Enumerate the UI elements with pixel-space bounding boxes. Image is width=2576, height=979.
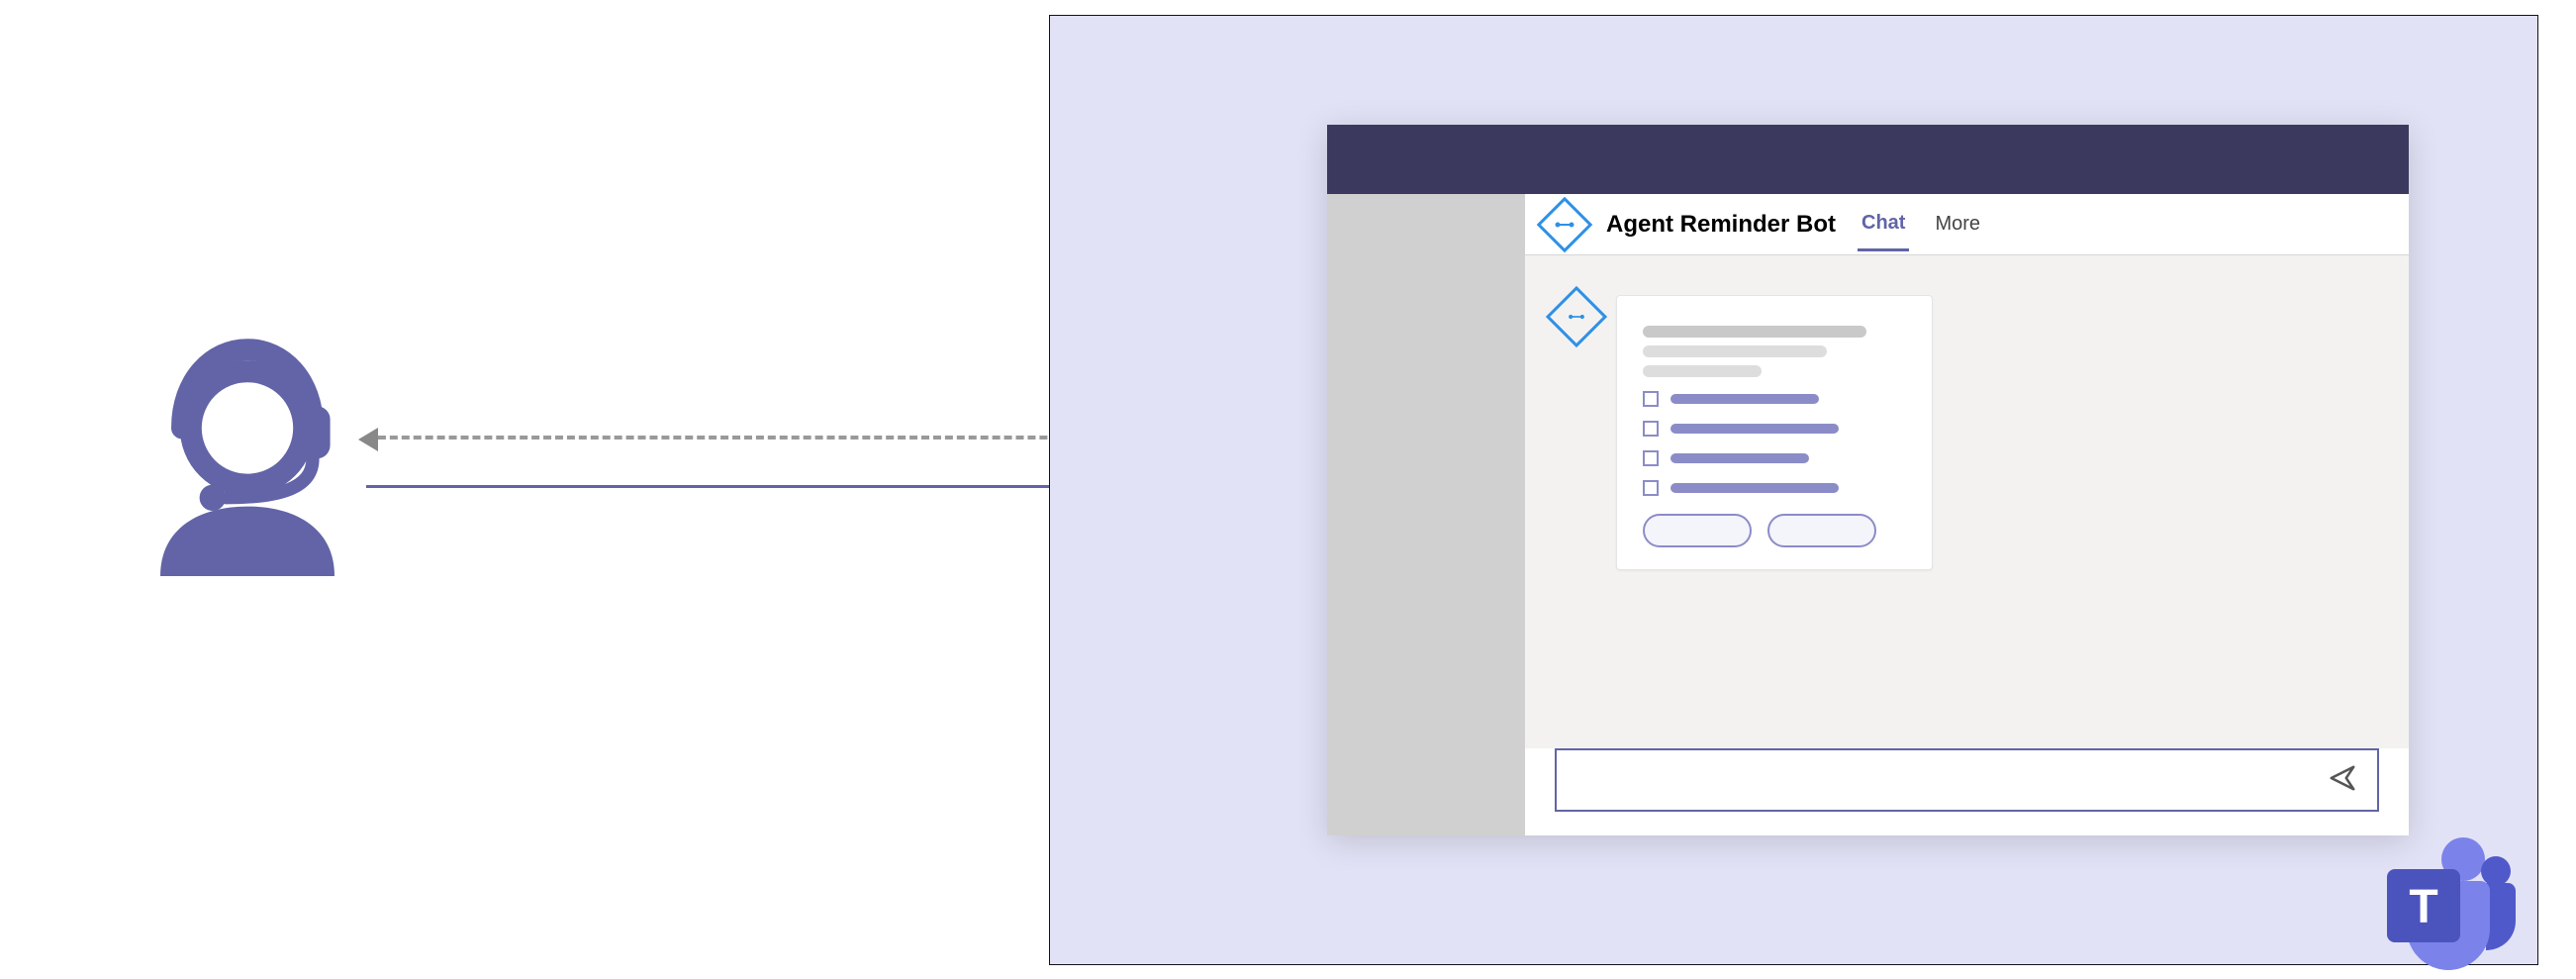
checkbox-icon[interactable] bbox=[1643, 480, 1659, 496]
checkbox-icon[interactable] bbox=[1643, 391, 1659, 407]
microsoft-teams-logo-icon: T bbox=[2359, 826, 2518, 974]
card-line-placeholder bbox=[1670, 483, 1839, 493]
teams-compose-box[interactable] bbox=[1555, 748, 2379, 812]
teams-panel: Agent Reminder Bot Chat More bbox=[1049, 15, 2538, 965]
card-checklist-item[interactable] bbox=[1643, 421, 1906, 437]
card-line-placeholder bbox=[1670, 394, 1819, 404]
card-action-button[interactable] bbox=[1643, 514, 1752, 547]
tab-chat[interactable]: Chat bbox=[1858, 198, 1909, 251]
teams-logo-letter: T bbox=[2409, 881, 2437, 933]
send-icon[interactable] bbox=[2328, 763, 2357, 798]
arrow-bot-to-agent bbox=[366, 436, 1118, 440]
bot-name: Agent Reminder Bot bbox=[1606, 211, 1836, 239]
card-checklist-item[interactable] bbox=[1643, 391, 1906, 407]
card-line-placeholder bbox=[1670, 424, 1839, 434]
card-action-button[interactable] bbox=[1767, 514, 1876, 547]
tab-more[interactable]: More bbox=[1931, 199, 1984, 249]
teams-chat-header: Agent Reminder Bot Chat More bbox=[1525, 194, 2409, 255]
card-checklist-item[interactable] bbox=[1643, 450, 1906, 466]
teams-chat-canvas bbox=[1525, 255, 2409, 748]
teams-left-rail bbox=[1327, 194, 1525, 835]
bot-diamond-icon bbox=[1537, 196, 1593, 252]
card-checklist-item[interactable] bbox=[1643, 480, 1906, 496]
adaptive-card bbox=[1616, 295, 1933, 570]
card-text-placeholder bbox=[1643, 365, 1762, 377]
card-title-placeholder bbox=[1643, 326, 1866, 338]
checkbox-icon[interactable] bbox=[1643, 421, 1659, 437]
card-text-placeholder bbox=[1643, 345, 1827, 357]
teams-window: Agent Reminder Bot Chat More bbox=[1327, 125, 2409, 835]
teams-titlebar bbox=[1327, 125, 2409, 194]
bot-avatar-icon bbox=[1546, 286, 1607, 347]
agent-person-icon bbox=[139, 307, 356, 584]
checkbox-icon[interactable] bbox=[1643, 450, 1659, 466]
card-line-placeholder bbox=[1670, 453, 1809, 463]
